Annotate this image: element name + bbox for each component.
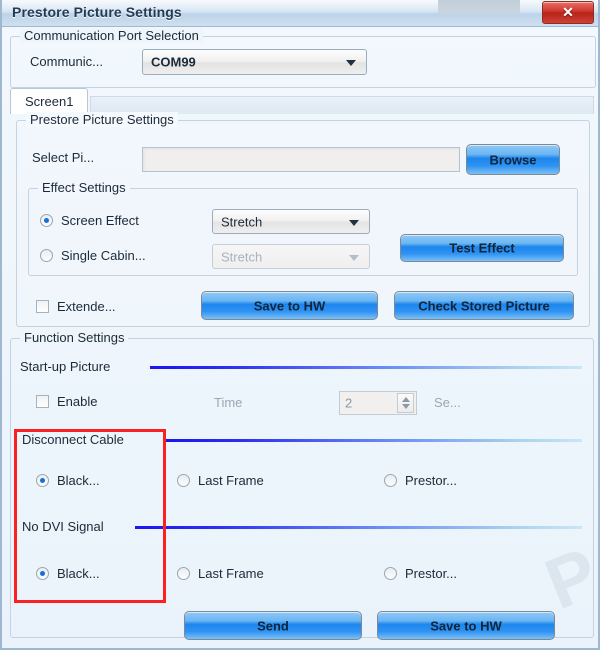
no-dvi-signal-option-last-frame[interactable]: Last Frame [177, 566, 264, 581]
radio-icon [177, 474, 190, 487]
select-picture-label: Select Pi... [32, 150, 95, 165]
checkbox-icon [36, 300, 49, 313]
browse-button[interactable]: Browse [466, 144, 560, 175]
startup-enable-label: Enable [57, 394, 98, 409]
extended-checkbox-label: Extende... [57, 299, 116, 314]
no-dvi-signal-separator [135, 526, 582, 529]
titlebar-toolbar-placeholder [438, 0, 520, 14]
communication-port-group-title: Communication Port Selection [20, 28, 203, 43]
startup-picture-section-label: Start-up Picture [20, 359, 111, 374]
spinner-down-icon[interactable] [401, 404, 410, 409]
prestore-picture-settings-group-title: Prestore Picture Settings [26, 112, 178, 127]
single-cabinet-combobox[interactable]: Stretch [212, 244, 370, 269]
no-dvi-signal-option-black[interactable]: Black... [36, 566, 100, 581]
select-picture-input[interactable] [142, 147, 460, 172]
disconnect-cable-option-black-label: Black... [57, 473, 100, 488]
extended-checkbox-row[interactable]: Extende... [36, 299, 116, 314]
chevron-down-icon [349, 219, 359, 226]
test-effect-button-label: Test Effect [449, 240, 515, 256]
spinner-up-icon[interactable] [401, 397, 410, 402]
screen-effect-radio[interactable]: Screen Effect [40, 213, 139, 228]
disconnect-cable-option-last-frame-label: Last Frame [198, 473, 264, 488]
disconnect-cable-option-prestore[interactable]: Prestor... [384, 473, 457, 488]
no-dvi-signal-section-label: No DVI Signal [22, 519, 104, 534]
startup-picture-separator [150, 366, 582, 369]
checkbox-icon [36, 395, 49, 408]
disconnect-cable-separator [166, 439, 582, 442]
test-effect-button[interactable]: Test Effect [400, 234, 564, 262]
chevron-down-icon [346, 60, 356, 66]
effect-settings-group-title: Effect Settings [38, 180, 130, 195]
startup-time-label: Time [214, 395, 243, 410]
no-dvi-signal-option-prestore-label: Prestor... [405, 566, 458, 581]
screen-effect-value: Stretch [221, 214, 263, 229]
chevron-down-icon [349, 254, 359, 261]
disconnect-cable-option-black[interactable]: Black... [36, 473, 100, 488]
radio-icon [384, 567, 397, 580]
title-bar: Prestore Picture Settings ✕ [2, 0, 598, 27]
single-cabinet-radio[interactable]: Single Cabin... [40, 248, 146, 263]
screen-effect-radio-label: Screen Effect [61, 213, 139, 228]
radio-icon [36, 567, 49, 580]
radio-icon [36, 474, 49, 487]
communication-port-combobox[interactable]: COM99 [142, 49, 367, 75]
no-dvi-signal-option-prestore[interactable]: Prestor... [384, 566, 457, 581]
save-to-hw-button-footer[interactable]: Save to HW [377, 611, 555, 640]
window-title: Prestore Picture Settings [12, 4, 182, 20]
browse-button-label: Browse [489, 152, 537, 167]
radio-icon [384, 474, 397, 487]
function-settings-group: Function Settings [10, 330, 594, 638]
tab-screen1[interactable]: Screen1 [10, 88, 89, 114]
save-to-hw-button-footer-label: Save to HW [430, 618, 502, 633]
screen-effect-combobox[interactable]: Stretch [212, 209, 370, 234]
prestore-picture-settings-window: Prestore Picture Settings ✕ Communicatio… [0, 0, 600, 650]
close-icon: ✕ [562, 4, 574, 20]
startup-time-value: 2 [345, 395, 353, 411]
tab-strip: Screen1 [10, 88, 594, 114]
single-cabinet-radio-label: Single Cabin... [61, 248, 146, 263]
function-settings-group-title: Function Settings [20, 330, 129, 345]
startup-time-spinner[interactable]: 2 [339, 391, 417, 415]
check-stored-picture-button-label: Check Stored Picture [418, 298, 550, 313]
check-stored-picture-button[interactable]: Check Stored Picture [394, 291, 574, 320]
radio-icon [40, 214, 53, 227]
save-to-hw-button-top-label: Save to HW [253, 298, 326, 313]
communication-port-label: Communic... [30, 54, 103, 69]
single-cabinet-value: Stretch [221, 249, 263, 264]
send-button[interactable]: Send [184, 611, 362, 640]
save-to-hw-button-top[interactable]: Save to HW [201, 291, 378, 320]
disconnect-cable-section-label: Disconnect Cable [22, 432, 124, 447]
radio-icon [177, 567, 190, 580]
spinner-buttons[interactable] [397, 393, 414, 413]
startup-enable-checkbox-row[interactable]: Enable [36, 394, 97, 409]
radio-icon [40, 249, 53, 262]
communication-port-value: COM99 [151, 54, 196, 70]
disconnect-cable-option-prestore-label: Prestor... [405, 473, 458, 488]
send-button-label: Send [257, 618, 289, 633]
no-dvi-signal-option-last-frame-label: Last Frame [198, 566, 264, 581]
no-dvi-signal-option-black-label: Black... [57, 566, 100, 581]
startup-time-unit-label: Se... [434, 395, 461, 410]
disconnect-cable-option-last-frame[interactable]: Last Frame [177, 473, 264, 488]
close-button[interactable]: ✕ [542, 1, 594, 24]
